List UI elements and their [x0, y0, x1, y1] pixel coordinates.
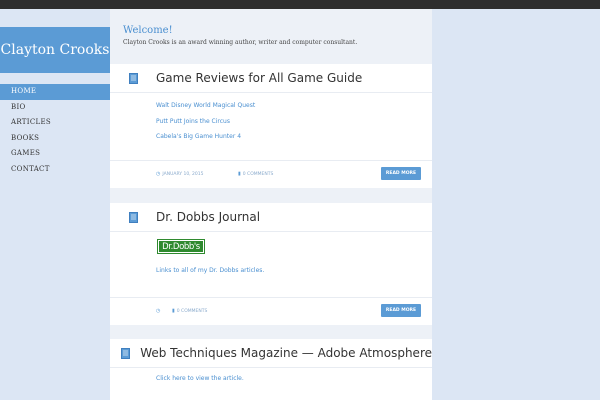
post-date[interactable]: ◷ — [156, 308, 160, 314]
post-link[interactable]: Links to all of my Dr. Dobbs articles. — [156, 267, 264, 274]
post-link[interactable]: Putt Putt Joins the Circus — [156, 118, 432, 133]
nav-item-contact[interactable]: CONTACT — [0, 162, 110, 178]
post-title[interactable]: Game Reviews for All Game Guide — [156, 71, 362, 85]
post-body: Click here to view the article. — [110, 368, 432, 382]
document-icon — [110, 347, 140, 359]
speech-bubble-icon: ▮ — [172, 308, 175, 314]
top-bar — [0, 0, 600, 9]
main-menu: HOME BIO ARTICLES BOOKS GAMES CONTACT — [0, 84, 110, 178]
document-icon — [110, 211, 156, 223]
nav-item-bio[interactable]: BIO — [0, 100, 110, 116]
nav-item-articles[interactable]: ARTICLES — [0, 115, 110, 131]
post-card: Dr. Dobbs Journal Dr.Dobb's Links to all… — [110, 203, 432, 325]
welcome-text: Clayton Crooks is an award winning autho… — [123, 39, 358, 46]
post-header: Game Reviews for All Game Guide — [110, 64, 432, 93]
welcome-title: Welcome! — [123, 25, 173, 36]
post-link[interactable]: Cabela's Big Game Hunter 4 — [156, 133, 432, 140]
post-comments[interactable]: ▮ 0 COMMENTS — [172, 308, 207, 314]
clock-icon: ◷ — [156, 171, 161, 177]
site-title[interactable]: Clayton Crooks — [0, 27, 110, 73]
speech-bubble-icon: ▮ — [238, 171, 241, 177]
nav-item-games[interactable]: GAMES — [0, 146, 110, 162]
post-footer: ◷ JANUARY 10, 2015 ▮ 0 COMMENTS READ MOR… — [110, 160, 432, 188]
post-date-text: JANUARY 10, 2015 — [162, 171, 204, 177]
nav-item-books[interactable]: BOOKS — [0, 131, 110, 147]
document-icon — [110, 72, 156, 84]
post-link[interactable]: Walt Disney World Magical Quest — [156, 102, 432, 118]
post-header: Dr. Dobbs Journal — [110, 203, 432, 232]
post-comments[interactable]: ▮ 0 COMMENTS — [238, 171, 273, 177]
read-more-button[interactable]: READ MORE — [381, 167, 421, 180]
post-card: Web Techniques Magazine — Adobe Atmosphe… — [110, 339, 432, 400]
post-title[interactable]: Dr. Dobbs Journal — [156, 210, 260, 224]
post-footer: ◷ ▮ 0 COMMENTS READ MORE — [110, 297, 432, 325]
nav-item-home[interactable]: HOME — [0, 84, 110, 100]
post-body: Dr.Dobb's Links to all of my Dr. Dobbs a… — [110, 232, 432, 292]
post-card: Game Reviews for All Game Guide Walt Dis… — [110, 64, 432, 188]
main-content: Welcome! Clayton Crooks is an award winn… — [110, 9, 432, 400]
clock-icon: ◷ — [156, 308, 161, 314]
post-date[interactable]: ◷ JANUARY 10, 2015 — [156, 171, 204, 177]
post-link[interactable]: Click here to view the article. — [156, 375, 432, 382]
read-more-button[interactable]: READ MORE — [381, 304, 421, 317]
post-comments-text: 0 COMMENTS — [176, 308, 208, 314]
post-header: Web Techniques Magazine — Adobe Atmosphe… — [110, 339, 432, 368]
dr-dobbs-logo: Dr.Dobb's — [157, 239, 205, 254]
welcome-section: Welcome! Clayton Crooks is an award winn… — [123, 25, 357, 46]
post-body: Walt Disney World Magical Quest Putt Put… — [110, 93, 432, 140]
post-title[interactable]: Web Techniques Magazine — Adobe Atmosphe… — [140, 346, 432, 360]
post-comments-text: 0 COMMENTS — [242, 171, 274, 177]
